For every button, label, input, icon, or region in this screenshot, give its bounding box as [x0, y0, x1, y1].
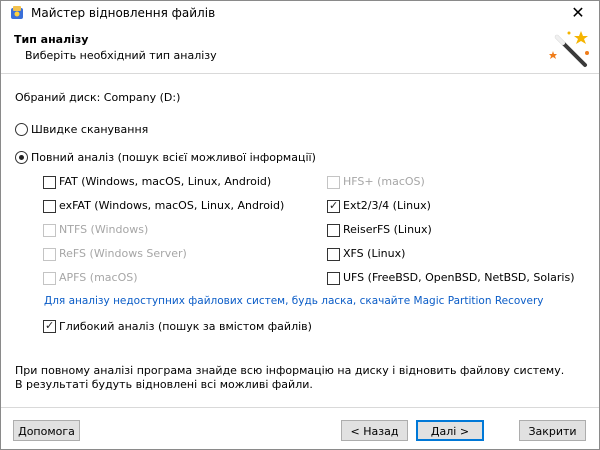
- recovery-wizard-window: Майстер відновлення файлів ✕ Тип аналізу…: [0, 0, 600, 450]
- deep-analysis-checkbox[interactable]: [43, 319, 56, 333]
- ufs-checkbox[interactable]: [327, 272, 340, 285]
- full-analysis-label[interactable]: Повний аналіз (пошук всієї можливої інфо…: [31, 151, 316, 164]
- hfsplus-label: HFS+ (macOS): [343, 175, 425, 188]
- quick-scan-label[interactable]: Швидке сканування: [31, 123, 148, 136]
- reiserfs-checkbox[interactable]: [327, 224, 340, 237]
- info-text: При повному аналізі програма знайде всю …: [15, 364, 565, 391]
- hfsplus-checkbox: [327, 176, 340, 189]
- app-icon: [11, 6, 23, 19]
- window-title: Майстер відновлення файлів: [31, 6, 216, 20]
- exfat-label[interactable]: exFAT (Windows, macOS, Linux, Android): [59, 199, 284, 212]
- next-button[interactable]: Далі >: [416, 420, 484, 441]
- xfs-checkbox[interactable]: [327, 248, 340, 261]
- ntfs-label: NTFS (Windows): [59, 223, 149, 236]
- magic-partition-recovery-link[interactable]: Для аналізу недоступних файлових систем,…: [44, 295, 544, 307]
- help-button[interactable]: Допомога: [13, 420, 80, 441]
- full-analysis-radio[interactable]: [15, 151, 28, 164]
- selected-disk-label: Обраний диск: Company (D:): [15, 91, 181, 104]
- ntfs-checkbox: [43, 224, 56, 237]
- fat-checkbox[interactable]: [43, 176, 56, 189]
- apfs-checkbox: [43, 272, 56, 285]
- reiserfs-label[interactable]: ReiserFS (Linux): [343, 223, 432, 236]
- xfs-label[interactable]: XFS (Linux): [343, 247, 405, 260]
- ext234-checkbox[interactable]: [327, 199, 340, 213]
- magic-wand-icon: [549, 31, 589, 67]
- ext234-label[interactable]: Ext2/3/4 (Linux): [343, 199, 431, 212]
- footer-separator: [1, 407, 599, 408]
- quick-scan-radio[interactable]: [15, 123, 28, 136]
- refs-label: ReFS (Windows Server): [59, 247, 187, 260]
- title-bar: Майстер відновлення файлів ✕: [1, 1, 599, 25]
- cancel-button[interactable]: Закрити: [519, 420, 586, 441]
- main-panel: Обраний диск: Company (D:) Швидке сканув…: [1, 74, 599, 399]
- ufs-label[interactable]: UFS (FreeBSD, OpenBSD, NetBSD, Solaris): [343, 271, 575, 284]
- close-icon[interactable]: ✕: [561, 2, 595, 24]
- back-button[interactable]: < Назад: [341, 420, 408, 441]
- header-subtitle: Виберіть необхідний тип аналізу: [25, 49, 217, 62]
- refs-checkbox: [43, 248, 56, 261]
- fat-label[interactable]: FAT (Windows, macOS, Linux, Android): [59, 175, 271, 188]
- apfs-label: APFS (macOS): [59, 271, 138, 284]
- exfat-checkbox[interactable]: [43, 200, 56, 213]
- wizard-header: Тип аналізу Виберіть необхідний тип анал…: [1, 25, 599, 73]
- deep-analysis-label[interactable]: Глибокий аналіз (пошук за вмістом файлів…: [59, 320, 312, 333]
- header-title: Тип аналізу: [14, 33, 89, 46]
